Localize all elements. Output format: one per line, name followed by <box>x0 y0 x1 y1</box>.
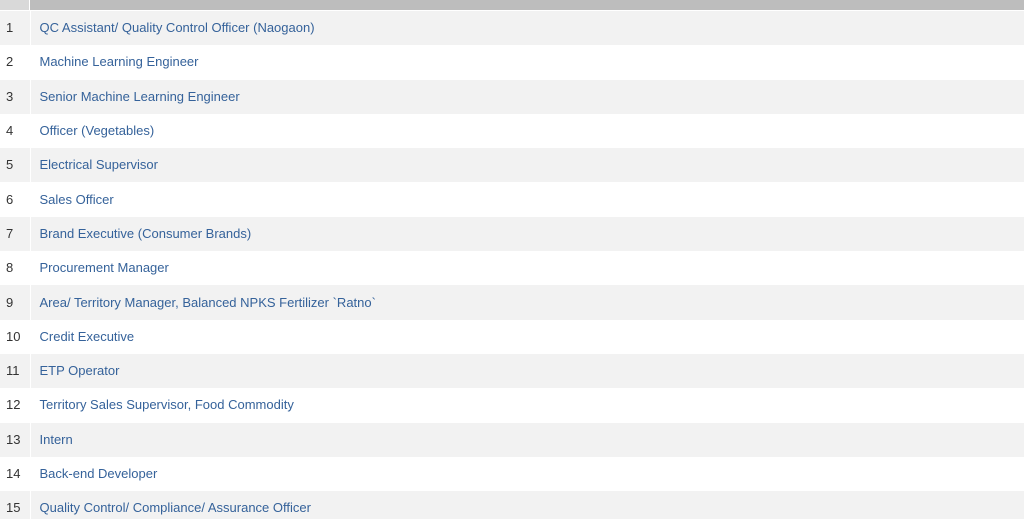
job-title-link[interactable]: ETP Operator <box>40 363 120 378</box>
row-number: 11 <box>0 353 31 389</box>
job-title-link[interactable]: Intern <box>40 432 73 447</box>
table-row: 3 Senior Machine Learning Engineer <box>0 79 1024 114</box>
table-row: 13 Intern <box>0 422 1024 457</box>
row-number: 2 <box>0 45 31 80</box>
table-row: 12 Territory Sales Supervisor, Food Comm… <box>0 388 1024 423</box>
job-list-page: 1 QC Assistant/ Quality Control Officer … <box>0 0 1024 519</box>
table-row: 10 Credit Executive <box>0 319 1024 354</box>
job-title-link[interactable]: Officer (Vegetables) <box>40 123 155 138</box>
job-title-link[interactable]: Procurement Manager <box>40 260 169 275</box>
table-row: 9 Area/ Territory Manager, Balanced NPKS… <box>0 285 1024 320</box>
job-table: 1 QC Assistant/ Quality Control Officer … <box>0 11 1024 519</box>
header-title-cell <box>30 0 1024 10</box>
job-title-link[interactable]: Credit Executive <box>40 329 135 344</box>
table-row: 14 Back-end Developer <box>0 456 1024 492</box>
row-number: 10 <box>0 319 31 354</box>
table-row: 8 Procurement Manager <box>0 251 1024 286</box>
row-number: 6 <box>0 182 31 217</box>
row-number: 15 <box>0 491 31 519</box>
row-number: 1 <box>0 11 31 46</box>
row-number: 7 <box>0 216 31 252</box>
row-number: 14 <box>0 456 31 492</box>
table-row: 7 Brand Executive (Consumer Brands) <box>0 216 1024 252</box>
job-title-link[interactable]: Machine Learning Engineer <box>40 54 199 69</box>
table-header <box>0 0 1024 10</box>
row-number: 5 <box>0 148 31 183</box>
row-number: 8 <box>0 251 31 286</box>
row-number: 4 <box>0 113 31 149</box>
table-row: 11 ETP Operator <box>0 353 1024 389</box>
job-title-link[interactable]: Back-end Developer <box>40 466 158 481</box>
row-number: 9 <box>0 285 31 320</box>
table-row: 15 Quality Control/ Compliance/ Assuranc… <box>0 491 1024 519</box>
job-title-link[interactable]: Territory Sales Supervisor, Food Commodi… <box>40 397 294 412</box>
job-title-link[interactable]: QC Assistant/ Quality Control Officer (N… <box>40 20 315 35</box>
job-title-link[interactable]: Senior Machine Learning Engineer <box>40 89 240 104</box>
table-row: 4 Officer (Vegetables) <box>0 113 1024 149</box>
row-number: 13 <box>0 422 31 457</box>
job-title-link[interactable]: Sales Officer <box>40 192 114 207</box>
header-number-cell <box>0 0 30 10</box>
table-row: 6 Sales Officer <box>0 182 1024 217</box>
table-row: 5 Electrical Supervisor <box>0 148 1024 183</box>
job-title-link[interactable]: Area/ Territory Manager, Balanced NPKS F… <box>40 295 376 310</box>
table-row: 1 QC Assistant/ Quality Control Officer … <box>0 11 1024 46</box>
row-number: 3 <box>0 79 31 114</box>
row-number: 12 <box>0 388 31 423</box>
job-title-link[interactable]: Electrical Supervisor <box>40 157 159 172</box>
job-title-link[interactable]: Brand Executive (Consumer Brands) <box>40 226 252 241</box>
table-row: 2 Machine Learning Engineer <box>0 45 1024 80</box>
job-title-link[interactable]: Quality Control/ Compliance/ Assurance O… <box>40 500 311 515</box>
